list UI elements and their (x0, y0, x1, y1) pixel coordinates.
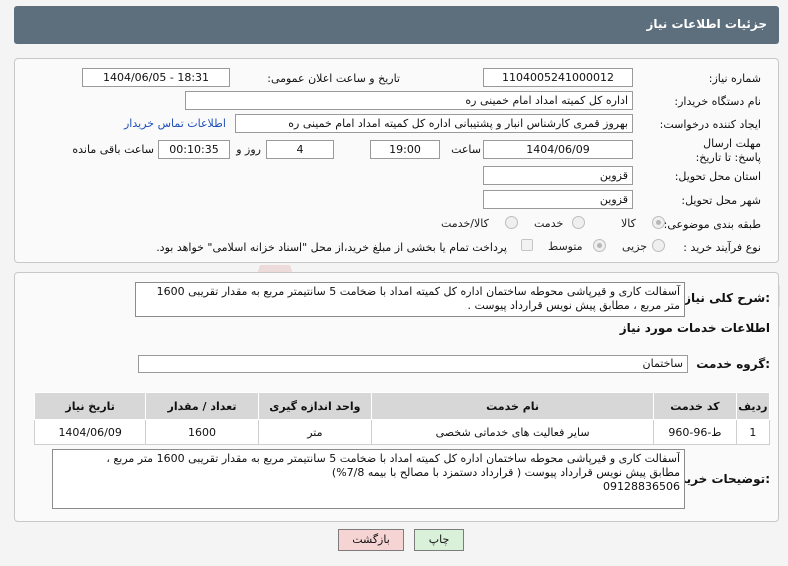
process-option-medium: متوسط (548, 240, 583, 253)
back-button[interactable]: بازگشت (338, 529, 404, 551)
buyer-notes-line-3: 09128836506 (603, 480, 680, 493)
province-field: قزوین (483, 166, 633, 185)
services-section-title: اطلاعات خدمات مورد نیاز (619, 321, 770, 335)
announce-field: 1404/06/05 - 18:31 (82, 68, 230, 87)
buyer-org-label: نام دستگاه خریدار: (674, 95, 761, 108)
need-number-field: 1104005241000012 (483, 68, 633, 87)
process-label: نوع فرآیند خرید : (683, 241, 761, 254)
print-button[interactable]: چاپ (414, 529, 464, 551)
announce-label: تاریخ و ساعت اعلان عمومی: (267, 72, 400, 85)
buyer-notes-line-2: مطابق پیش نویس قرارداد پیوست ( قرارداد د… (331, 466, 680, 479)
category-label: طبقه بندی موضوعی: (663, 218, 761, 231)
deadline-label: مهلت ارسال پاسخ: تا تاریخ: (676, 137, 761, 165)
treasury-payment-note: پرداخت تمام یا بخشی از مبلغ خرید،از محل … (156, 241, 507, 254)
col-service-code: کد خدمت (653, 392, 737, 420)
process-option-minor: جزیی (622, 240, 648, 253)
city-label: شهر محل تحویل: (681, 194, 761, 207)
deadline-label-text: مهلت ارسال پاسخ: تا تاریخ: (695, 137, 761, 164)
page-header: جزئیات اطلاعات نیاز (14, 6, 779, 44)
col-row-number: ردیف (735, 392, 771, 420)
category-option-goods: کالا (621, 217, 636, 230)
category-option-goods-service: کالا/خدمت (441, 217, 489, 230)
treasury-payment-checkbox[interactable] (521, 239, 533, 251)
description-textarea[interactable]: آسفالت کاری و قیرپاشی محوطه ساختمان ادار… (135, 282, 685, 317)
city-field: قزوین (483, 190, 633, 209)
col-quantity: تعداد / مقدار (145, 392, 259, 420)
category-radio-service[interactable] (572, 216, 585, 229)
process-radio-minor[interactable] (652, 239, 665, 252)
buyer-org-field: اداره کل کمیته امداد امام خمینی ره (185, 91, 633, 110)
days-field: 4 (266, 140, 334, 159)
creator-label: ایجاد کننده درخواست: (659, 118, 761, 131)
process-radio-medium[interactable] (593, 239, 606, 252)
buyer-contact-link[interactable]: اطلاعات تماس خریدار (124, 117, 226, 130)
services-table-header: ردیف کد خدمت نام خدمت واحد اندازه گیری ت… (33, 392, 771, 420)
cell-quantity: 1600 (145, 419, 259, 445)
category-radio-goods[interactable] (652, 216, 665, 229)
time-label: ساعت (451, 143, 481, 156)
col-unit: واحد اندازه گیری (257, 392, 373, 420)
remaining-time-field: 00:10:35 (158, 140, 230, 159)
col-need-date: تاریخ نیاز (33, 392, 147, 420)
category-option-service: خدمت (534, 217, 564, 230)
col-service-name: نام خدمت (371, 392, 655, 420)
remaining-label: ساعت باقی مانده (72, 143, 154, 156)
page-title: جزئیات اطلاعات نیاز (646, 17, 767, 31)
deadline-time-field: 19:00 (370, 140, 440, 159)
service-group-field: ساختمان (138, 355, 688, 373)
deadline-date-field: 1404/06/09 (483, 140, 633, 159)
cell-need-date: 1404/06/09 (33, 419, 147, 445)
cell-service-name: سایر فعالیت های خدماتی شخصی (371, 419, 655, 445)
cell-service-code: ط-96-960 (653, 419, 737, 445)
creator-field: بهروز قمری کارشناس انبار و پشتیبانی ادار… (235, 114, 633, 133)
province-label: استان محل تحویل: (674, 170, 761, 183)
description-label: شرح کلی نیاز: (684, 291, 770, 305)
buyer-notes-line-1: آسفالت کاری و قیرپاشی محوطه ساختمان ادار… (106, 452, 680, 465)
buyer-notes-textarea[interactable]: آسفالت کاری و قیرپاشی محوطه ساختمان ادار… (52, 449, 685, 509)
service-group-label: گروه خدمت: (696, 357, 770, 371)
info-panel (14, 58, 779, 263)
category-radio-goods-service[interactable] (505, 216, 518, 229)
table-row[interactable]: 1 ط-96-960 سایر فعالیت های خدماتی شخصی م… (33, 419, 771, 445)
need-number-label: شماره نیاز: (708, 72, 761, 85)
days-label: روز و (236, 143, 261, 156)
cell-row-number: 1 (735, 419, 771, 445)
services-table: ردیف کد خدمت نام خدمت واحد اندازه گیری ت… (33, 392, 771, 445)
cell-unit: متر (257, 419, 373, 445)
